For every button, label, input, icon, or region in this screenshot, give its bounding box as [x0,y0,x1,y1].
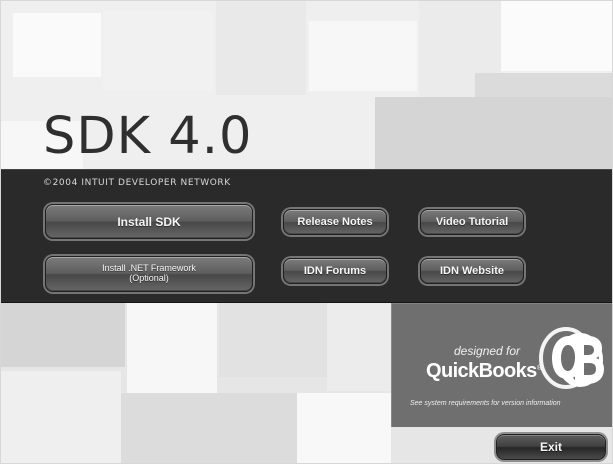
background-block [1,303,125,367]
background-block [13,13,101,77]
sdk-launcher-window: SDK 4.0 ©2004 INTUIT DEVELOPER NETWORK I… [0,0,613,464]
install-sdk-button[interactable]: Install SDK [45,204,253,239]
background-block [475,73,612,97]
video-tutorial-button[interactable]: Video Tutorial [420,209,524,235]
background-block [219,303,327,377]
background-block [121,393,297,463]
idn-website-label: IDN Website [440,265,504,277]
install-net-framework-optional-label: (Optional) [129,273,169,283]
background-block [375,97,612,169]
idn-forums-button[interactable]: IDN Forums [283,258,387,284]
background-block [127,303,217,393]
idn-website-button[interactable]: IDN Website [420,258,524,284]
background-block [327,303,391,391]
background-block [216,1,306,95]
exit-label: Exit [539,440,562,454]
background-block [1,371,121,463]
idn-forums-label: IDN Forums [303,265,367,277]
release-notes-label: Release Notes [297,216,373,228]
designed-for-label: designed for [454,344,521,358]
sdk-title: SDK 4.0 [43,107,253,166]
release-notes-button[interactable]: Release Notes [283,209,387,235]
launcher-button-band: ©2004 INTUIT DEVELOPER NETWORK Install S… [1,169,612,303]
video-tutorial-label: Video Tutorial [435,216,509,228]
background-block [309,21,417,91]
quickbooks-brand-label: QuickBooks [426,360,537,382]
background-block [297,393,391,463]
qb-logo-icon [539,327,604,389]
system-requirements-caption: See system requirements for version info… [410,400,561,407]
background-block [501,1,612,71]
install-sdk-label: Install SDK [117,214,181,229]
install-net-framework-button[interactable]: Install .NET Framework (Optional) [45,256,253,292]
background-block [103,11,213,91]
exit-button[interactable]: Exit [496,434,606,460]
copyright-text: ©2004 INTUIT DEVELOPER NETWORK [43,178,231,188]
quickbooks-badge: designed for QuickBooks ® See system req… [391,303,612,427]
